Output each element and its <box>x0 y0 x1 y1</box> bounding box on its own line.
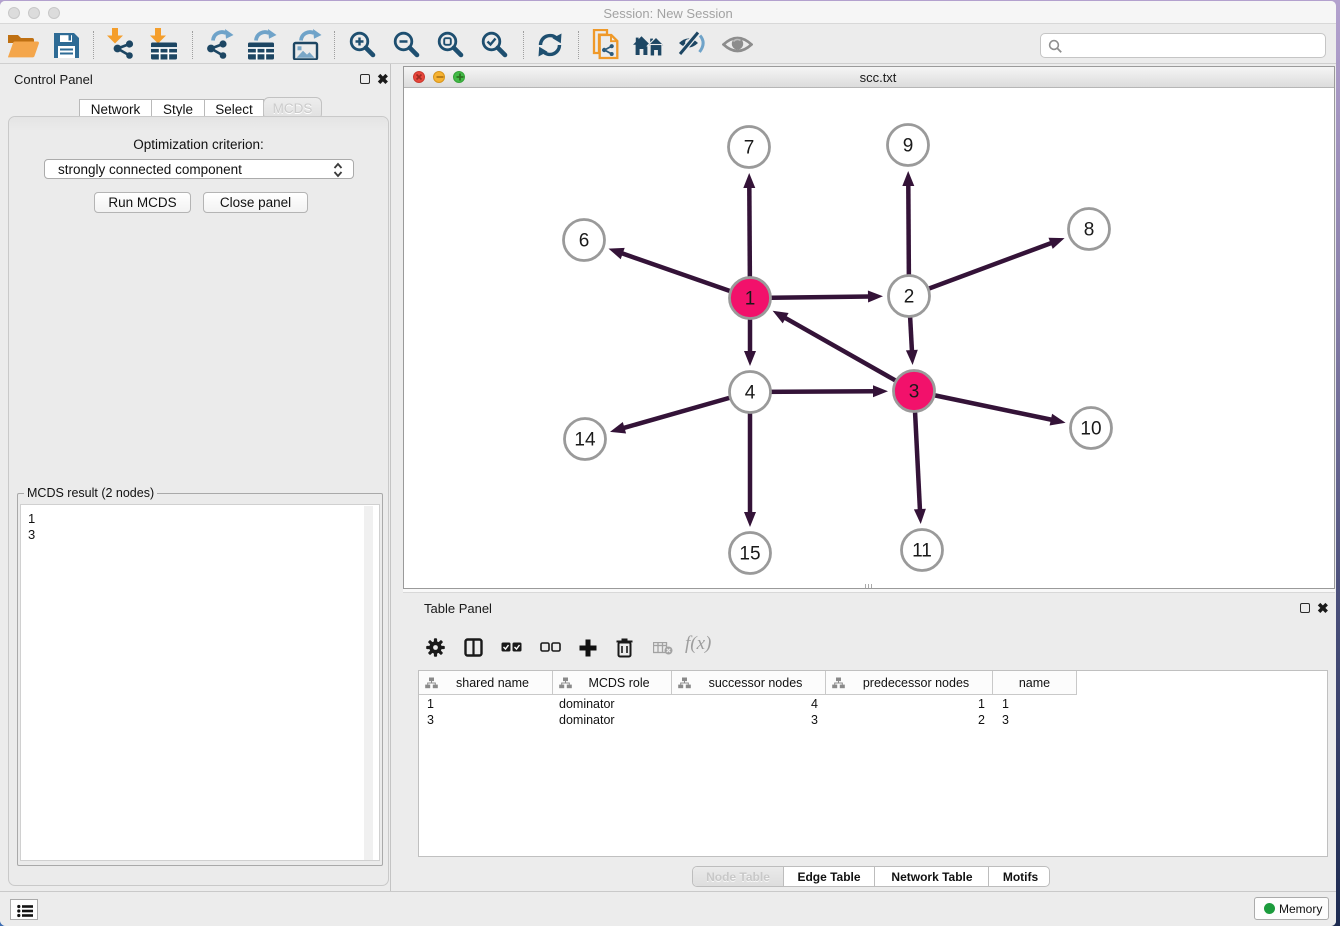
svg-text:1: 1 <box>745 289 756 310</box>
svg-text:15: 15 <box>739 544 760 565</box>
svg-text:7: 7 <box>744 138 755 159</box>
svg-text:6: 6 <box>579 231 590 252</box>
svg-text:3: 3 <box>909 382 920 403</box>
svg-text:4: 4 <box>745 383 756 404</box>
svg-text:2: 2 <box>904 287 915 308</box>
svg-text:8: 8 <box>1084 220 1095 241</box>
svg-text:10: 10 <box>1080 419 1101 440</box>
svg-text:11: 11 <box>912 541 932 562</box>
svg-text:9: 9 <box>903 136 914 157</box>
svg-text:14: 14 <box>574 430 596 451</box>
